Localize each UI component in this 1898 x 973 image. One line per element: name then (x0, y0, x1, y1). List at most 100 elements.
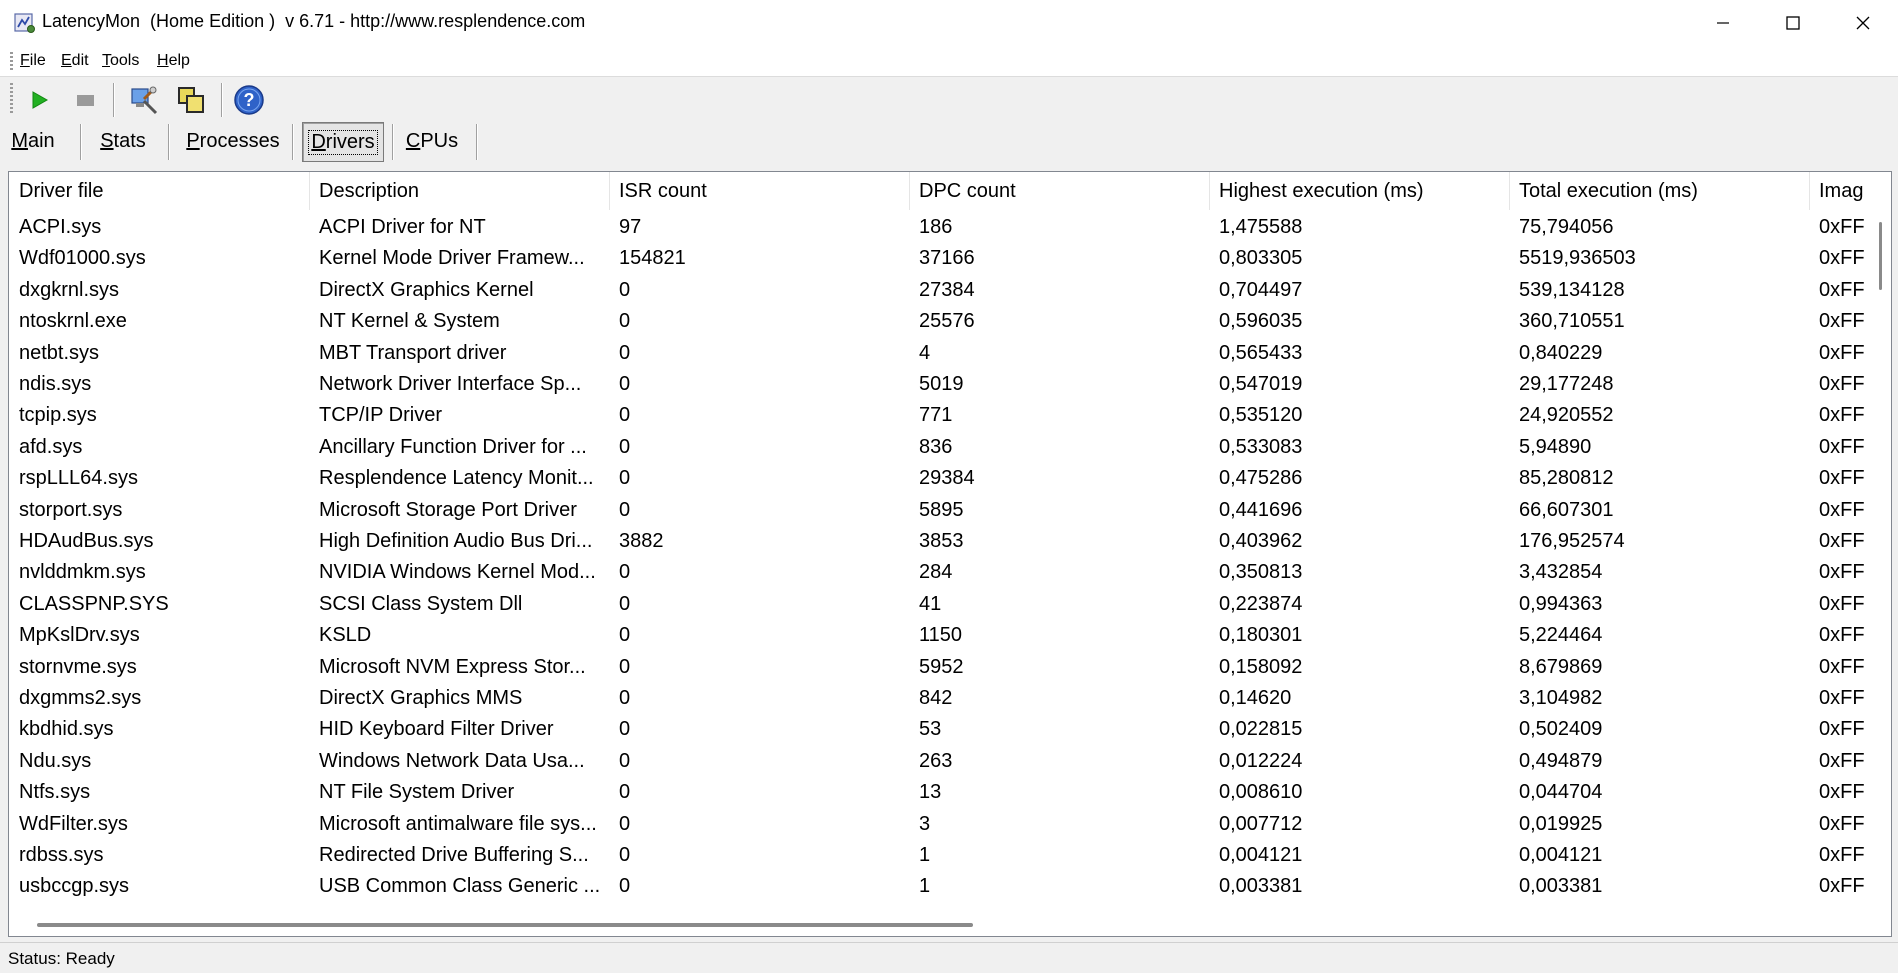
cell-dpc-count: 1 (919, 844, 931, 866)
cell-highest-execution: 0,596035 (1219, 310, 1303, 333)
cell-isr-count: 0 (619, 467, 631, 490)
tools-button[interactable] (124, 82, 162, 118)
vertical-scrollbar[interactable] (1871, 210, 1889, 900)
tab-label: Processes (186, 129, 280, 152)
cell-isr-count: 0 (619, 844, 631, 866)
cell-highest-execution: 0,533083 (1219, 435, 1303, 458)
svg-text:?: ? (244, 90, 255, 110)
cell-image: 0xFF (1819, 498, 1865, 521)
cell-description: USB Common Class Generic ... (319, 875, 601, 898)
menu-tools[interactable]: Tools (102, 52, 139, 70)
table-row[interactable]: ACPI.sys ACPI Driver for NT 97 186 1,475588 7… (9, 212, 1871, 244)
tab-separator (476, 124, 477, 160)
cell-description: ACPI Driver for NT (319, 216, 486, 238)
table-row[interactable]: WdFilter.sys Microsoft antimalware file s… (9, 809, 1871, 841)
table-row[interactable]: HDAudBus.sys High Definition Audio Bus Dr… (9, 526, 1871, 558)
cell-highest-execution: 0,14620 (1219, 687, 1292, 709)
table-row[interactable]: CLASSPNP.SYS SCSI Class System Dll 0 41 0,22… (9, 589, 1871, 621)
table-row[interactable]: MpKslDrv.sys KSLD 0 1150 0,180301 5,224464 0xF… (9, 620, 1871, 652)
drivers-table[interactable]: Driver file Description ISR count DPC co… (8, 171, 1892, 937)
cell-dpc-count: 41 (919, 592, 942, 615)
column-header-image[interactable]: Imag (1809, 172, 1871, 210)
cell-isr-count: 0 (619, 435, 631, 458)
cell-dpc-count: 5952 (919, 655, 964, 678)
maximize-button[interactable] (1758, 0, 1828, 46)
cell-image: 0xFF (1819, 278, 1865, 301)
cell-image: 0xFF (1819, 404, 1865, 427)
cell-highest-execution: 0,441696 (1219, 498, 1303, 521)
vertical-scroll-thumb[interactable] (1879, 222, 1882, 290)
table-row[interactable]: Ndu.sys Windows Network Data Usa... 0 263 0,… (9, 746, 1871, 778)
menu-edit[interactable]: Edit (61, 52, 89, 70)
close-button[interactable] (1828, 0, 1898, 46)
table-row[interactable]: dxgkrnl.sys DirectX Graphics Kernel 0 27384… (9, 275, 1871, 307)
column-header-driver-file[interactable]: Driver file (9, 172, 309, 210)
cell-dpc-count: 186 (919, 216, 953, 238)
table-row[interactable]: ntoskrnl.exe NT Kernel & System 0 25576 0,59… (9, 306, 1871, 338)
column-header-description[interactable]: Description (309, 172, 609, 210)
cell-driver-file: netbt.sys (19, 341, 100, 364)
cell-total-execution: 75,794056 (1519, 216, 1614, 238)
tab-drivers[interactable]: Drivers (302, 122, 384, 162)
cell-driver-file: ndis.sys (19, 373, 92, 395)
table-row[interactable]: storport.sys Microsoft Storage Port Drive… (9, 495, 1871, 527)
cell-total-execution: 0,003381 (1519, 875, 1603, 898)
cell-driver-file: storport.sys (19, 498, 123, 521)
horizontal-scroll-thumb[interactable] (37, 923, 973, 927)
cell-isr-count: 0 (619, 781, 631, 804)
tab-main[interactable]: Main (2, 122, 64, 160)
cell-driver-file: CLASSPNP.SYS (19, 592, 169, 615)
table-row[interactable]: usbccgp.sys USB Common Class Generic ... 0… (9, 871, 1871, 902)
title-bar: LatencyMon (Home Edition ) v 6.71 - http… (0, 0, 1898, 46)
menu-file[interactable]: File (20, 52, 46, 70)
table-row[interactable]: nvlddmkm.sys NVIDIA Windows Kernel Mod...… (9, 557, 1871, 589)
cell-isr-count: 0 (619, 278, 631, 301)
cell-highest-execution: 0,158092 (1219, 655, 1303, 678)
tab-stats[interactable]: Stats (88, 122, 158, 160)
table-row[interactable]: rdbss.sys Redirected Drive Buffering S...… (9, 840, 1871, 872)
toolbar-separator (221, 83, 222, 117)
table-row[interactable]: Ntfs.sys NT File System Driver 0 13 0,008610… (9, 777, 1871, 809)
menu-help[interactable]: Help (157, 52, 190, 70)
tab-cpus[interactable]: CPUs (400, 122, 464, 160)
cell-dpc-count: 836 (919, 435, 953, 458)
tab-separator (292, 124, 293, 160)
table-row[interactable]: dxgmms2.sys DirectX Graphics MMS 0 842 0,146… (9, 683, 1871, 715)
windows-button[interactable] (172, 82, 210, 118)
stop-button[interactable] (66, 82, 104, 118)
column-header-total-execution[interactable]: Total execution (ms) (1509, 172, 1809, 210)
cell-isr-count: 0 (619, 687, 631, 709)
cell-description: Microsoft Storage Port Driver (319, 498, 577, 521)
table-row[interactable]: Wdf01000.sys Kernel Mode Driver Framew...… (9, 243, 1871, 275)
cell-dpc-count: 284 (919, 561, 953, 584)
cell-description: DirectX Graphics MMS (319, 687, 523, 709)
table-row[interactable]: stornvme.sys Microsoft NVM Express Stor..… (9, 652, 1871, 684)
horizontal-scrollbar[interactable] (9, 914, 1871, 934)
cell-image: 0xFF (1819, 655, 1865, 678)
tab-separator (168, 124, 169, 160)
help-button[interactable]: ? (230, 82, 268, 118)
cell-image: 0xFF (1819, 341, 1865, 364)
help-icon: ? (234, 85, 264, 115)
cell-dpc-count: 13 (919, 781, 942, 804)
cell-image: 0xFF (1819, 435, 1865, 458)
table-row[interactable]: tcpip.sys TCP/IP Driver 0 771 0,535120 24,920… (9, 400, 1871, 432)
cell-image: 0xFF (1819, 781, 1865, 804)
cell-description: MBT Transport driver (319, 341, 507, 364)
column-header-dpc-count[interactable]: DPC count (909, 172, 1209, 210)
start-button[interactable] (20, 82, 58, 118)
cell-total-execution: 3,104982 (1519, 687, 1603, 709)
cell-isr-count: 0 (619, 592, 631, 615)
table-row[interactable]: netbt.sys MBT Transport driver 0 4 0,565433 0… (9, 338, 1871, 370)
column-header-isr-count[interactable]: ISR count (609, 172, 909, 210)
cell-driver-file: Wdf01000.sys (19, 247, 146, 270)
tab-processes[interactable]: Processes (178, 122, 288, 160)
column-header-highest-execution[interactable]: Highest execution (ms) (1209, 172, 1509, 210)
table-row[interactable]: ndis.sys Network Driver Interface Sp... 0 5… (9, 369, 1871, 401)
cell-isr-count: 0 (619, 561, 631, 584)
table-row[interactable]: kbdhid.sys HID Keyboard Filter Driver 0 53 0… (9, 714, 1871, 746)
table-row[interactable]: afd.sys Ancillary Function Driver for ...… (9, 432, 1871, 464)
minimize-button[interactable] (1688, 0, 1758, 46)
cell-highest-execution: 0,223874 (1219, 592, 1303, 615)
table-row[interactable]: rspLLL64.sys Resplendence Latency Monit..… (9, 463, 1871, 495)
